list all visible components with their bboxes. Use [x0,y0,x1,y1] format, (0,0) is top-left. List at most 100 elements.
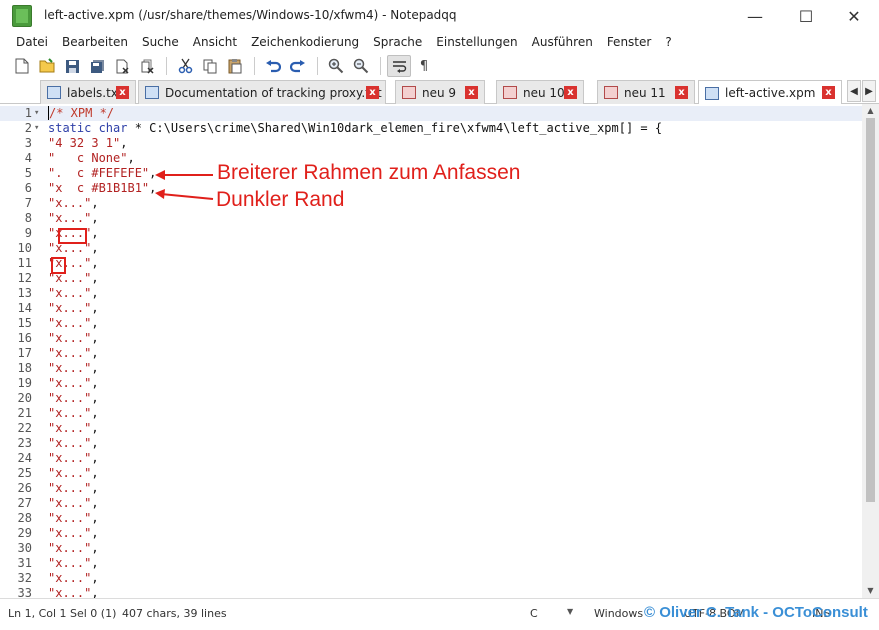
line-number: 25 [17,466,32,480]
menu-item-suche[interactable]: Suche [142,35,179,49]
menu-item-datei[interactable]: Datei [16,35,48,49]
code-line[interactable]: 2 ▾ static char * C:\Users\crime\Shared\Wi… [0,121,862,136]
tab-neu-10[interactable]: neu 10 x [496,80,584,104]
language-selector[interactable]: C [530,607,538,620]
code-token: , [91,196,99,210]
code-line[interactable]: 27 "x...", [0,496,862,511]
menu-item-zeichenkodierung[interactable]: Zeichenkodierung [251,35,359,49]
code-line[interactable]: 24 "x...", [0,451,862,466]
tab-neu-11[interactable]: neu 11 x [597,80,695,104]
code-line[interactable]: 19 "x...", [0,376,862,391]
code-text: "x...", [48,496,99,511]
code-token: * C:\Users\crime\Shared\Win10dark_elemen… [127,121,663,135]
code-line[interactable]: 29 "x...", [0,526,862,541]
code-line[interactable]: 3 "4 32 3 1", [0,136,862,151]
code-text: "x...", [48,436,99,451]
line-number: 11 [17,256,32,270]
code-line[interactable]: 9 "x...", [0,226,862,241]
zoom-in-icon[interactable] [324,55,348,77]
code-token: , [91,286,99,300]
copy-icon[interactable] [198,55,222,77]
code-line[interactable]: 7 "x...", [0,196,862,211]
cut-icon[interactable] [173,55,197,77]
code-line[interactable]: 15 "x...", [0,316,862,331]
code-editor[interactable]: 1 ▾ /* XPM */ 2 ▾ static char * C:\Users\crim… [0,104,879,598]
language-dropdown-icon[interactable]: ▼ [567,607,573,616]
code-line[interactable]: 10 "x...", [0,241,862,256]
new-file-icon[interactable] [10,55,34,77]
redo-icon[interactable] [286,55,310,77]
menu-item-help[interactable]: ? [665,35,671,49]
tab-close-icon[interactable]: x [564,86,577,99]
code-line[interactable]: 26 "x...", [0,481,862,496]
fold-marker-icon[interactable]: ▾ [34,106,44,121]
code-line[interactable]: 28 "x...", [0,511,862,526]
word-wrap-icon[interactable] [387,55,411,77]
code-line[interactable]: 25 "x...", [0,466,862,481]
menu-item-einstellungen[interactable]: Einstellungen [436,35,517,49]
menu-bar: Datei Bearbeiten Suche Ansicht Zeichenkodier… [0,32,879,52]
tab-close-icon[interactable]: x [366,86,379,99]
minimize-button[interactable]: — [735,4,775,28]
code-line[interactable]: 30 "x...", [0,541,862,556]
close-all-icon[interactable] [135,55,159,77]
code-line[interactable]: 23 "x...", [0,436,862,451]
undo-icon[interactable] [261,55,285,77]
tab-close-icon[interactable]: x [116,86,129,99]
code-line[interactable]: 20 "x...", [0,391,862,406]
line-number: 20 [17,391,32,405]
open-file-icon[interactable] [35,55,59,77]
annotation-wide-border: Breiterer Rahmen zum Anfassen [217,161,521,184]
menu-item-ansicht[interactable]: Ansicht [193,35,237,49]
code-line[interactable]: 22 "x...", [0,421,862,436]
code-token: "x..." [48,511,92,525]
fold-marker-icon[interactable]: ▾ [34,121,44,136]
show-symbols-icon[interactable]: ¶ [412,55,436,77]
tab-close-icon[interactable]: x [465,86,478,99]
tab-close-icon[interactable]: x [675,86,688,99]
menu-item-fenster[interactable]: Fenster [607,35,652,49]
tab-left-active-xpm[interactable]: left-active.xpm x [698,80,842,105]
zoom-out-icon[interactable] [349,55,373,77]
scroll-down-icon[interactable]: ▼ [862,584,879,598]
code-line[interactable]: 17 "x...", [0,346,862,361]
code-text: "x...", [48,571,99,586]
paste-icon[interactable] [223,55,247,77]
code-line[interactable]: 21 "x...", [0,406,862,421]
code-token: , [91,571,99,585]
code-line[interactable]: 14 "x...", [0,301,862,316]
scroll-up-icon[interactable]: ▲ [862,104,879,118]
save-icon[interactable] [60,55,84,77]
code-token: "x..." [48,451,92,465]
code-line[interactable]: 13 "x...", [0,286,862,301]
tab-neu-9[interactable]: neu 9 x [395,80,485,104]
tab-label: left-active.xpm [725,86,816,100]
close-file-icon[interactable] [110,55,134,77]
tab-close-icon[interactable]: x [822,86,835,99]
close-window-button[interactable]: ✕ [834,4,874,28]
code-line[interactable]: 32 "x...", [0,571,862,586]
line-number: 2 [24,121,32,135]
tab-documentation-of-tracking-proxy-txt[interactable]: Documentation of tracking proxy.txt x [138,80,386,104]
menu-item-sprache[interactable]: Sprache [373,35,422,49]
tab-scroll-right-icon[interactable]: ▶ [862,80,876,102]
code-line[interactable]: 12 "x...", [0,271,862,286]
tab-scroll-left-icon[interactable]: ◀ [847,80,861,102]
scrollbar-thumb[interactable] [866,118,875,502]
code-line[interactable]: 11 "x...", [0,256,862,271]
save-all-icon[interactable] [85,55,109,77]
tab-labels-txt[interactable]: labels.txt x [40,80,136,104]
code-line[interactable]: 1 ▾ /* XPM */ [0,106,862,121]
code-line[interactable]: 31 "x...", [0,556,862,571]
menu-item-bearbeiten[interactable]: Bearbeiten [62,35,128,49]
code-token: , [91,256,99,270]
menu-item-ausführen[interactable]: Ausführen [532,35,593,49]
vertical-scrollbar[interactable]: ▲ ▼ [862,104,879,598]
code-line[interactable]: 8 "x...", [0,211,862,226]
code-line[interactable]: 33 "x...", [0,586,862,598]
code-line[interactable]: 16 "x...", [0,331,862,346]
maximize-button[interactable]: ☐ [786,4,826,28]
line-number: 30 [17,541,32,555]
eol-selector[interactable]: Windows [594,607,643,620]
code-line[interactable]: 18 "x...", [0,361,862,376]
